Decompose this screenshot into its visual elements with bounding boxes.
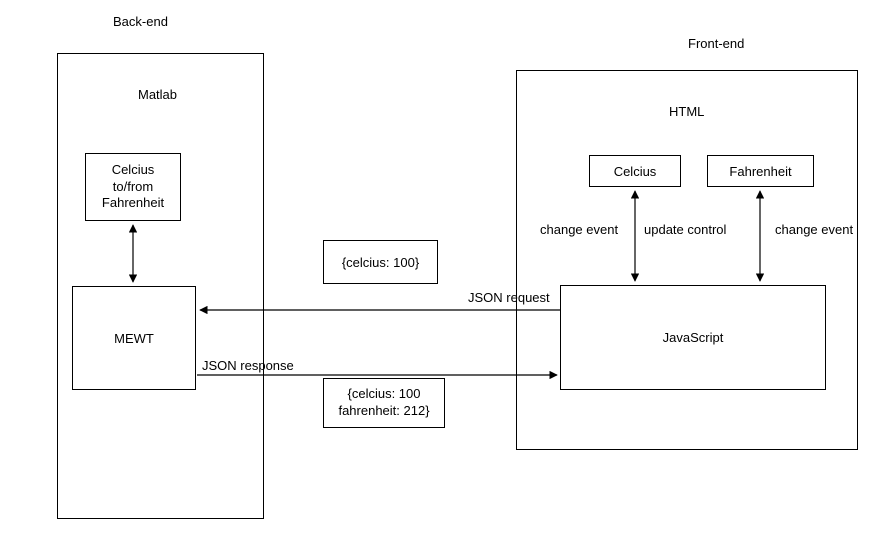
- javascript-box: JavaScript: [560, 285, 826, 390]
- payload-request-box: {celcius: 100}: [323, 240, 438, 284]
- fahrenheit-box: Fahrenheit: [707, 155, 814, 187]
- celcius-box: Celcius: [589, 155, 681, 187]
- backend-title: Back-end: [113, 14, 168, 29]
- converter-label: Celcius to/from Fahrenheit: [90, 162, 176, 213]
- javascript-label: JavaScript: [663, 330, 724, 345]
- mewt-box: MEWT: [72, 286, 196, 390]
- frontend-title: Front-end: [688, 36, 744, 51]
- converter-box: Celcius to/from Fahrenheit: [85, 153, 181, 221]
- payload-response-label: {celcius: 100 fahrenheit: 212}: [324, 386, 444, 420]
- html-label: HTML: [669, 104, 704, 119]
- mewt-label: MEWT: [114, 331, 154, 346]
- celcius-label: Celcius: [614, 164, 657, 179]
- change-event-right-label: change event: [775, 222, 853, 237]
- payload-request-label: {celcius: 100}: [342, 255, 419, 270]
- matlab-label: Matlab: [138, 87, 177, 102]
- json-response-label: JSON response: [202, 358, 294, 373]
- json-request-label: JSON request: [468, 290, 550, 305]
- update-control-label: update control: [644, 222, 726, 237]
- change-event-left-label: change event: [540, 222, 618, 237]
- payload-response-box: {celcius: 100 fahrenheit: 212}: [323, 378, 445, 428]
- html-container: [516, 70, 858, 450]
- fahrenheit-label: Fahrenheit: [729, 164, 791, 179]
